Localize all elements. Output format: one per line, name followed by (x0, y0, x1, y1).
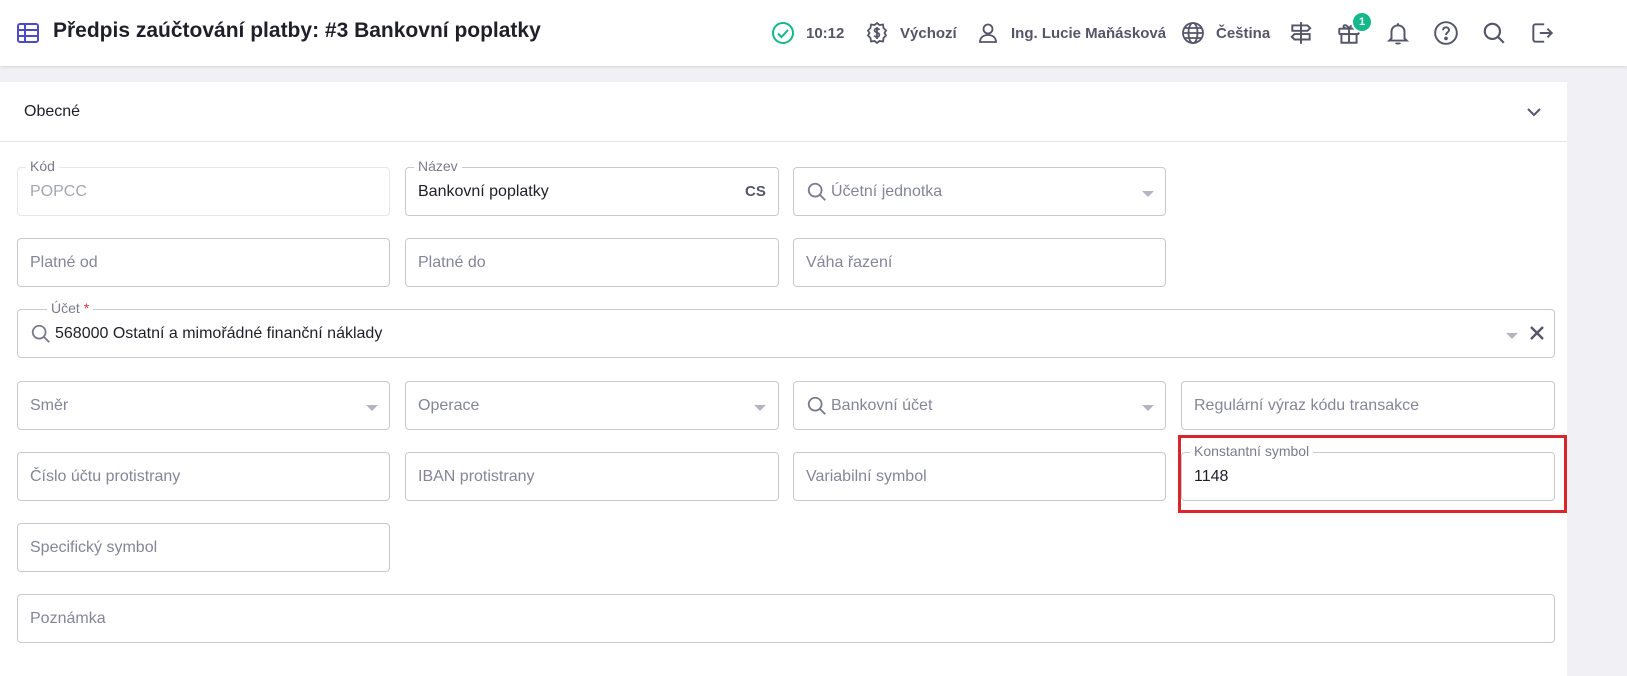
note-field[interactable]: Poznámka (17, 594, 1555, 643)
globe-icon (1182, 22, 1204, 44)
code-label: Kód (26, 158, 59, 174)
currency-icon (866, 21, 888, 45)
search-icon[interactable] (1481, 20, 1507, 46)
table-icon[interactable] (16, 21, 40, 45)
accounting-unit-placeholder: Účetní jednotka (831, 183, 943, 200)
currency-selector[interactable]: Výchozí (865, 20, 957, 46)
name-field[interactable]: Název Bankovní poplatky CS (405, 158, 779, 216)
session-time: 10:12 (806, 24, 845, 42)
language-selector[interactable]: Čeština (1181, 20, 1270, 46)
code-value: POPCC (30, 183, 87, 200)
specific-symbol-placeholder: Specifický symbol (30, 539, 158, 556)
page-title: Předpis zaúčtování platby: #3 Bankovní p… (53, 19, 541, 42)
caret-down-icon[interactable] (1142, 191, 1154, 197)
accounting-unit-select[interactable]: Účetní jednotka (793, 167, 1166, 216)
caret-down-icon[interactable] (366, 405, 378, 411)
name-value: Bankovní poplatky (418, 183, 549, 200)
valid-to-placeholder: Platné do (418, 254, 486, 271)
valid-from-field[interactable]: Platné od (17, 238, 390, 287)
operation-placeholder: Operace (418, 397, 480, 414)
direction-select[interactable]: Směr (17, 381, 390, 430)
user-menu[interactable]: Ing. Lucie Maňásková (976, 20, 1166, 46)
caret-down-icon[interactable] (1506, 333, 1518, 339)
section-title: Obecné (24, 103, 81, 120)
search-icon (806, 181, 828, 203)
sort-weight-placeholder: Váha řazení (806, 254, 893, 271)
language-code[interactable]: CS (745, 183, 766, 200)
operation-select[interactable]: Operace (405, 381, 779, 430)
counterparty-account-field[interactable]: Číslo účtu protistrany (17, 452, 390, 501)
valid-to-field[interactable]: Platné do (405, 238, 779, 287)
valid-from-placeholder: Platné od (30, 254, 98, 271)
signpost-icon[interactable] (1288, 20, 1314, 46)
language-label: Čeština (1216, 24, 1271, 42)
check-circle-icon (772, 22, 794, 44)
transaction-regex-field[interactable]: Regulární výraz kódu transakce (1181, 381, 1555, 430)
counterparty-iban-placeholder: IBAN protistrany (418, 468, 535, 485)
account-label: Účet * (47, 300, 94, 316)
bell-icon[interactable] (1385, 20, 1411, 46)
code-field: Kód POPCC (17, 158, 390, 216)
bank-account-select[interactable]: Bankovní účet (793, 381, 1166, 430)
name-label: Název (414, 158, 462, 174)
note-placeholder: Poznámka (30, 610, 106, 627)
transaction-regex-placeholder: Regulární výraz kódu transakce (1194, 397, 1419, 414)
user-name: Ing. Lucie Maňásková (1011, 24, 1167, 42)
notification-badge: 1 (1351, 11, 1373, 33)
variable-symbol-field[interactable]: Variabilní symbol (793, 452, 1166, 501)
counterparty-iban-field[interactable]: IBAN protistrany (405, 452, 779, 501)
user-icon (979, 23, 997, 43)
account-value: 568000 Ostatní a mimořádné finanční nákl… (55, 325, 383, 342)
chevron-down-icon[interactable] (1522, 100, 1546, 124)
direction-placeholder: Směr (30, 397, 69, 414)
session-timer[interactable]: 10:12 (771, 20, 844, 46)
highlight-box (1178, 435, 1567, 513)
top-bar: Předpis zaúčtování platby: #3 Bankovní p… (0, 0, 1627, 66)
search-icon (806, 395, 828, 417)
search-icon (30, 323, 52, 345)
section-header-general[interactable]: Obecné (0, 82, 1567, 142)
help-icon[interactable] (1433, 20, 1459, 46)
required-mark: * (83, 300, 90, 316)
sort-weight-field[interactable]: Váha řazení (793, 238, 1166, 287)
caret-down-icon[interactable] (1142, 405, 1154, 411)
variable-symbol-placeholder: Variabilní symbol (806, 468, 927, 485)
caret-down-icon[interactable] (754, 405, 766, 411)
specific-symbol-field[interactable]: Specifický symbol (17, 523, 390, 572)
account-select[interactable]: Účet * 568000 Ostatní a mimořádné finanč… (17, 300, 1555, 358)
currency-label: Výchozí (900, 24, 957, 42)
logout-icon[interactable] (1529, 20, 1555, 46)
bank-account-placeholder: Bankovní účet (831, 397, 933, 414)
counterparty-account-placeholder: Číslo účtu protistrany (30, 468, 181, 485)
close-icon[interactable] (1528, 324, 1546, 342)
